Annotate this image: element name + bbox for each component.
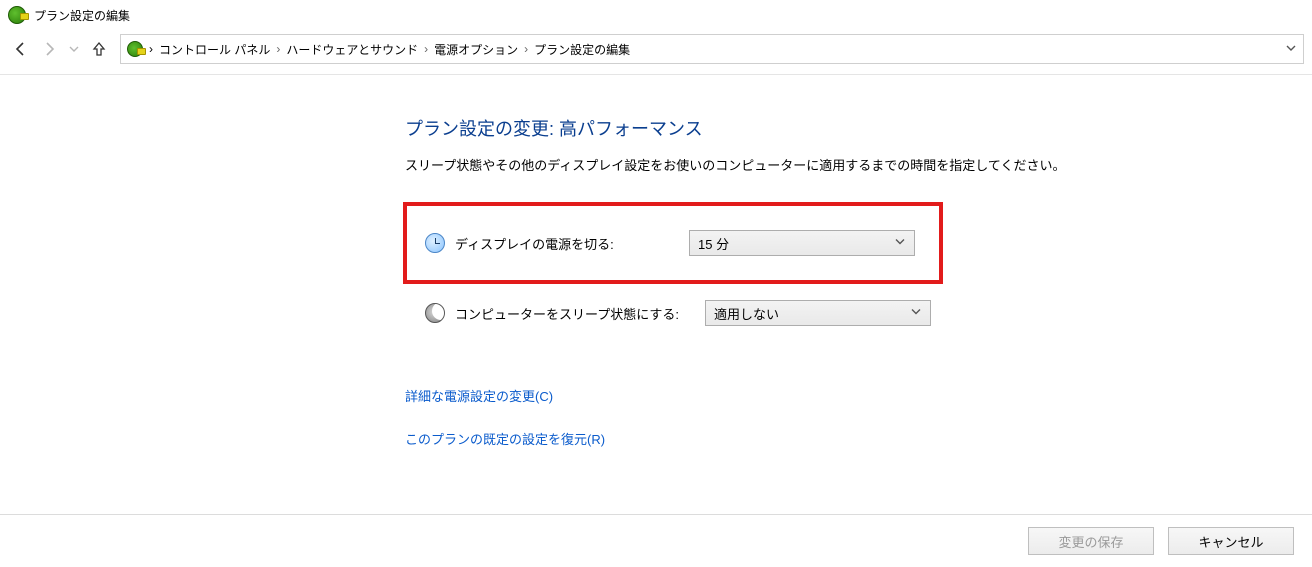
up-button[interactable] (90, 40, 108, 58)
breadcrumb: コントロール パネル › ハードウェアとサウンド › 電源オプション › プラン設定の… (159, 41, 630, 58)
breadcrumb-item[interactable]: 電源オプション (434, 41, 518, 58)
advanced-settings-link[interactable]: 詳細な電源設定の変更(C) (405, 386, 1312, 405)
cancel-button[interactable]: キャンセル (1168, 527, 1294, 555)
sleep-row: コンピューターをスリープ状態にする: 適用しない (425, 300, 1312, 326)
links-area: 詳細な電源設定の変更(C) このプランの既定の設定を復元(R) (405, 386, 1312, 448)
back-button[interactable] (12, 40, 30, 58)
footer: 変更の保存 キャンセル (0, 514, 1312, 567)
display-off-label-text: ディスプレイの電源を切る: (455, 234, 614, 253)
power-plan-icon (8, 6, 26, 24)
restore-defaults-link[interactable]: このプランの既定の設定を復元(R) (405, 429, 1312, 448)
sleep-value: 適用しない (714, 304, 779, 323)
chevron-down-icon (894, 236, 906, 251)
chevron-right-icon: › (524, 42, 528, 56)
breadcrumb-item[interactable]: コントロール パネル (159, 41, 270, 58)
window-title: プラン設定の編集 (34, 7, 130, 24)
sleep-icon (425, 303, 445, 323)
breadcrumb-item[interactable]: ハードウェアとサウンド (286, 41, 418, 58)
page-subtext: スリープ状態やその他のディスプレイ設定をお使いのコンピューターに適用するまでの時… (405, 155, 1312, 174)
highlighted-setting: ディスプレイの電源を切る: 15 分 (403, 202, 943, 284)
power-plan-icon (127, 41, 143, 57)
page-heading: プラン設定の変更: 高パフォーマンス (405, 115, 1312, 141)
display-off-select[interactable]: 15 分 (689, 230, 915, 256)
content-area: プラン設定の変更: 高パフォーマンス スリープ状態やその他のディスプレイ設定をお… (0, 75, 1312, 448)
display-off-row: ディスプレイの電源を切る: 15 分 (425, 230, 939, 256)
address-expand-button[interactable] (1285, 42, 1297, 57)
display-off-value: 15 分 (698, 234, 729, 253)
nav-arrows (8, 40, 112, 58)
chevron-right-icon: › (149, 42, 153, 56)
sleep-label: コンピューターをスリープ状態にする: (425, 303, 693, 323)
titlebar: プラン設定の編集 (0, 0, 1312, 30)
sleep-label-text: コンピューターをスリープ状態にする: (455, 304, 679, 323)
chevron-right-icon: › (424, 42, 428, 56)
save-button[interactable]: 変更の保存 (1028, 527, 1154, 555)
recent-locations-button[interactable] (68, 43, 80, 55)
address-bar[interactable]: › コントロール パネル › ハードウェアとサウンド › 電源オプション › プラン設… (120, 34, 1304, 64)
breadcrumb-item[interactable]: プラン設定の編集 (534, 41, 630, 58)
forward-button[interactable] (40, 40, 58, 58)
nav-row: › コントロール パネル › ハードウェアとサウンド › 電源オプション › プラン設… (0, 30, 1312, 75)
sleep-select[interactable]: 適用しない (705, 300, 931, 326)
chevron-right-icon: › (276, 42, 280, 56)
display-timeout-icon (425, 233, 445, 253)
display-off-label: ディスプレイの電源を切る: (425, 233, 677, 253)
chevron-down-icon (910, 306, 922, 321)
